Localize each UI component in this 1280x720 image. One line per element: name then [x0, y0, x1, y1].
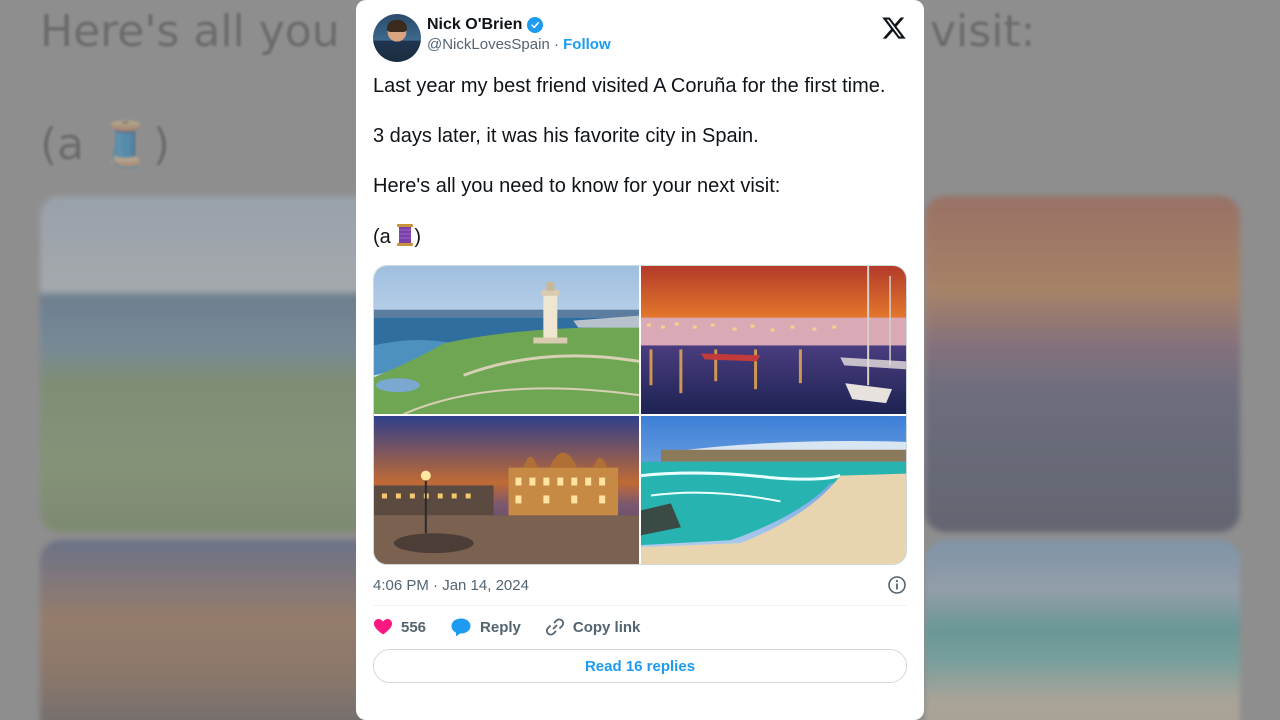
- reply-button[interactable]: Reply: [450, 617, 521, 637]
- tweet-actions: 556 Reply Copy link: [373, 607, 907, 647]
- tweet-paragraph-2: 3 days later, it was his favorite city i…: [373, 125, 759, 147]
- handle-row: @NickLovesSpain · Follow: [427, 36, 611, 53]
- tweet-text: Last year my best friend visited A Coruñ…: [373, 74, 907, 253]
- tweet-meta: 4:06 PM · Jan 14, 2024: [373, 573, 907, 597]
- photo-beach[interactable]: [641, 416, 906, 564]
- x-logo-icon[interactable]: [881, 15, 907, 41]
- name-row: Nick O'Brien: [427, 16, 611, 34]
- tweet-timestamp[interactable]: 4:06 PM · Jan 14, 2024: [373, 577, 529, 594]
- like-button[interactable]: 556: [373, 617, 426, 637]
- read-replies-label: Read 16 replies: [584, 657, 696, 675]
- author-handle[interactable]: @NickLovesSpain: [427, 36, 550, 53]
- like-count: 556: [401, 618, 427, 636]
- copy-link-label: Copy link: [572, 618, 641, 636]
- thread-spool-icon: [396, 224, 414, 253]
- avatar[interactable]: [373, 14, 421, 62]
- handle-separator: ·: [553, 36, 559, 53]
- read-replies-button[interactable]: Read 16 replies: [373, 649, 907, 683]
- author-name[interactable]: Nick O'Brien: [427, 16, 522, 34]
- verified-badge-icon: [527, 17, 544, 33]
- reply-bubble-icon: [451, 618, 471, 637]
- thread-open-text: (a: [373, 226, 397, 248]
- tweet-paragraph-3: Here's all you need to know for your nex…: [373, 175, 781, 197]
- photo-city-hall[interactable]: [374, 416, 639, 564]
- follow-button[interactable]: Follow: [563, 36, 611, 53]
- heart-icon: [374, 619, 392, 635]
- tweet-header: Nick O'Brien @NickLovesSpain · Follow: [373, 14, 907, 64]
- reply-label: Reply: [480, 618, 521, 636]
- link-icon: [545, 618, 564, 636]
- info-icon[interactable]: [887, 575, 907, 595]
- copy-link-button[interactable]: Copy link: [545, 617, 641, 637]
- thread-close-text: ): [414, 226, 422, 248]
- author-info: Nick O'Brien @NickLovesSpain · Follow: [427, 14, 611, 53]
- photo-marina[interactable]: [641, 266, 906, 414]
- tweet-paragraph-1: Last year my best friend visited A Coruñ…: [373, 75, 886, 97]
- divider: [373, 605, 907, 606]
- tweet-thread-marker: (a ): [373, 224, 907, 253]
- tweet-card: Nick O'Brien @NickLovesSpain · Follow La…: [356, 0, 924, 720]
- media-grid: [373, 265, 907, 565]
- photo-lighthouse[interactable]: [374, 266, 639, 414]
